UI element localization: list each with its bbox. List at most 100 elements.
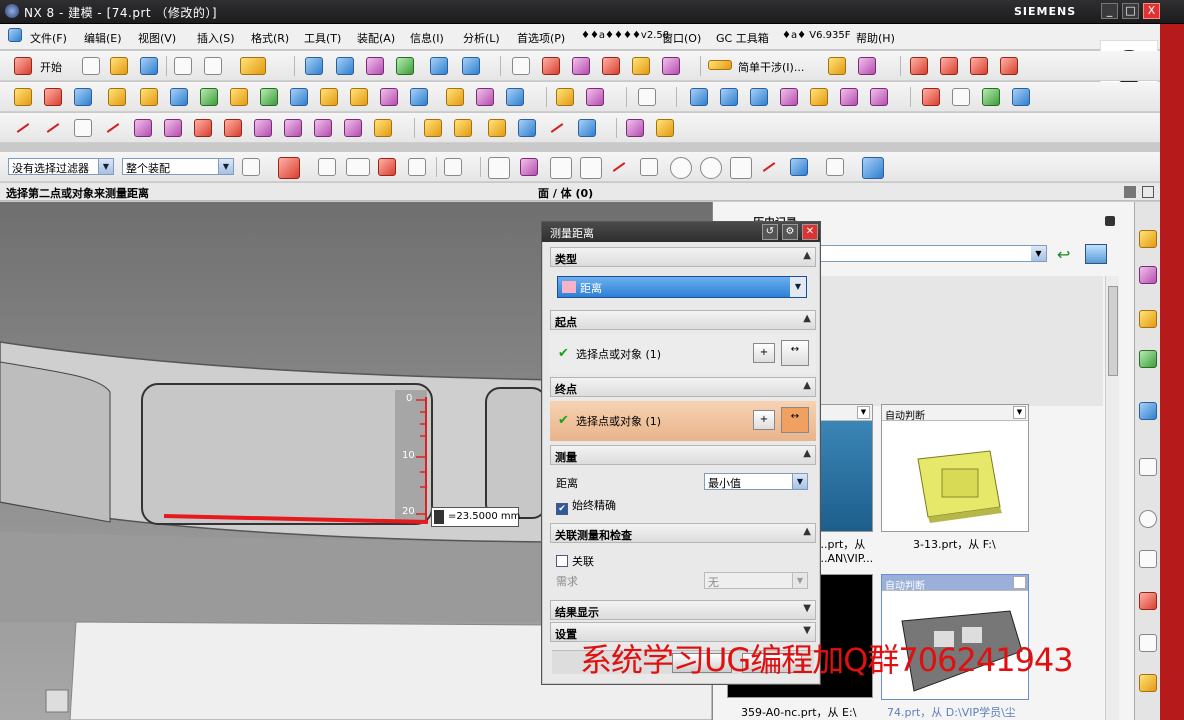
pocket-icon[interactable] [170, 88, 188, 106]
snap-icon[interactable] [626, 119, 644, 137]
block-icon[interactable] [74, 88, 92, 106]
start-label[interactable]: 开始 [40, 59, 62, 75]
hole-icon[interactable] [108, 88, 126, 106]
chevron-down-icon[interactable]: ▼ [218, 159, 233, 174]
assembly-navigator-icon[interactable] [1139, 230, 1157, 248]
attribute-icon[interactable] [922, 88, 940, 106]
chevron-up-icon[interactable]: ▲ [803, 313, 811, 324]
arc-center-icon[interactable] [670, 157, 692, 179]
undo-icon[interactable] [174, 57, 192, 75]
grid-icon[interactable] [826, 158, 844, 176]
associative-checkbox[interactable] [556, 555, 568, 567]
extract-curve-icon[interactable] [284, 119, 302, 137]
point-on-curve-icon[interactable] [730, 157, 752, 179]
start-icon[interactable] [14, 57, 32, 75]
roles-icon[interactable] [1139, 634, 1157, 652]
redo-icon[interactable] [204, 57, 222, 75]
chevron-down-icon[interactable]: ▼ [857, 406, 870, 419]
stop-at-intersection-icon[interactable] [408, 158, 426, 176]
open-folder-icon[interactable] [110, 57, 128, 75]
section-start-point[interactable]: 起点 ▲ [550, 310, 816, 330]
project-curve-icon[interactable] [194, 119, 212, 137]
offset-face-icon[interactable] [810, 88, 828, 106]
menu-file[interactable]: 文件(F) [30, 30, 67, 46]
studio-spline-icon[interactable] [104, 119, 122, 137]
grip-icon[interactable] [434, 510, 444, 524]
swept-icon[interactable] [720, 88, 738, 106]
view-direction-icon[interactable] [462, 57, 480, 75]
edge-blend-icon[interactable] [290, 88, 308, 106]
through-curves-icon[interactable] [690, 88, 708, 106]
trim-curve-icon[interactable] [424, 119, 442, 137]
existing-point-icon[interactable] [520, 158, 538, 176]
chevron-down-icon[interactable]: ▼ [98, 159, 113, 174]
line-icon[interactable] [14, 119, 32, 137]
orient-view-icon[interactable] [430, 57, 448, 75]
chevron-down-icon[interactable]: ▼ [1031, 246, 1046, 261]
join-curve-icon[interactable] [344, 119, 362, 137]
slot-icon[interactable] [230, 88, 248, 106]
info-icon[interactable] [952, 88, 970, 106]
chevron-up-icon[interactable]: ▲ [803, 250, 811, 261]
back-arrow-icon[interactable]: ↩ [1057, 245, 1075, 264]
menu-edit[interactable]: 编辑(E) [84, 30, 122, 46]
history-scrollbar[interactable] [1105, 276, 1119, 720]
history-thumb-1[interactable]: 自动判断 ▼ [881, 404, 1029, 532]
chevron-down-icon[interactable]: ▼ [1013, 406, 1026, 419]
face-blend-icon[interactable] [870, 88, 888, 106]
always-precise-checkbox[interactable]: ✔ [556, 503, 568, 515]
reset-icon[interactable]: ↺ [762, 224, 778, 240]
groove-icon[interactable] [260, 88, 278, 106]
history-thumb-0[interactable]: ▼ [813, 404, 873, 532]
extrude-icon[interactable] [14, 88, 32, 106]
scope-dropdown[interactable]: 整个装配 ▼ [122, 158, 234, 175]
interference-icon[interactable] [708, 60, 732, 70]
pin-icon[interactable] [1105, 216, 1115, 226]
point-dialog-icon[interactable]: + [753, 410, 775, 430]
sew-icon[interactable] [556, 88, 574, 106]
smooth-spline-icon[interactable] [548, 119, 566, 137]
face-rule-icon[interactable] [346, 158, 370, 176]
view-mode-icon[interactable] [1085, 244, 1107, 264]
measure-icon[interactable] [828, 57, 846, 75]
revolve-icon[interactable] [44, 88, 62, 106]
start-point-row[interactable]: ✔ 选择点或对象 (1) + ↔ [550, 334, 816, 374]
check-icon[interactable] [858, 57, 876, 75]
requirement-dropdown[interactable]: 无 ▼ [704, 572, 808, 589]
mate-icon[interactable] [602, 57, 620, 75]
explode-icon[interactable] [662, 57, 680, 75]
close-button[interactable]: X [1143, 3, 1160, 19]
select-component-icon[interactable] [242, 158, 260, 176]
section-associative[interactable]: 关联测量和检查 ▲ [550, 523, 816, 543]
shell-icon[interactable] [350, 88, 368, 106]
intersect-icon[interactable] [506, 88, 524, 106]
section-curve-icon[interactable] [254, 119, 272, 137]
trim-body-icon[interactable] [410, 88, 428, 106]
component-icon[interactable] [542, 57, 560, 75]
associative-row[interactable]: 关联 [556, 553, 594, 569]
extension-icon[interactable] [840, 88, 858, 106]
part-navigator-icon[interactable] [1139, 310, 1157, 328]
menu-assembly[interactable]: 装配(A) [357, 30, 395, 46]
section-type[interactable]: 类型 ▲ [550, 247, 816, 267]
simple-interference-label[interactable]: 简单干涉(I)... [738, 59, 804, 75]
expand-icon[interactable] [1142, 186, 1154, 198]
section-results-display[interactable]: 结果显示 ▼ [550, 600, 816, 620]
history-clock-icon[interactable] [1139, 510, 1157, 528]
wireframe-icon[interactable] [366, 57, 384, 75]
close-icon[interactable]: ✕ [802, 224, 818, 240]
curve-length-icon[interactable] [488, 119, 506, 137]
process-studio-icon[interactable] [1139, 458, 1157, 476]
point-on-face-icon[interactable] [760, 158, 778, 176]
menu-help[interactable]: 帮助(H) [856, 30, 895, 46]
minimize-button[interactable]: _ [1101, 3, 1118, 19]
menu-info[interactable]: 信息(I) [410, 30, 444, 46]
end-point-icon[interactable] [550, 157, 572, 179]
spline-icon[interactable] [970, 57, 988, 75]
move-component-icon[interactable] [632, 57, 650, 75]
pmi-icon[interactable] [1012, 88, 1030, 106]
mid-point-icon[interactable] [580, 157, 602, 179]
gear-icon[interactable]: ⚙ [782, 224, 798, 240]
display-icon[interactable] [862, 157, 884, 179]
chevron-up-icon[interactable]: ▲ [803, 448, 811, 459]
